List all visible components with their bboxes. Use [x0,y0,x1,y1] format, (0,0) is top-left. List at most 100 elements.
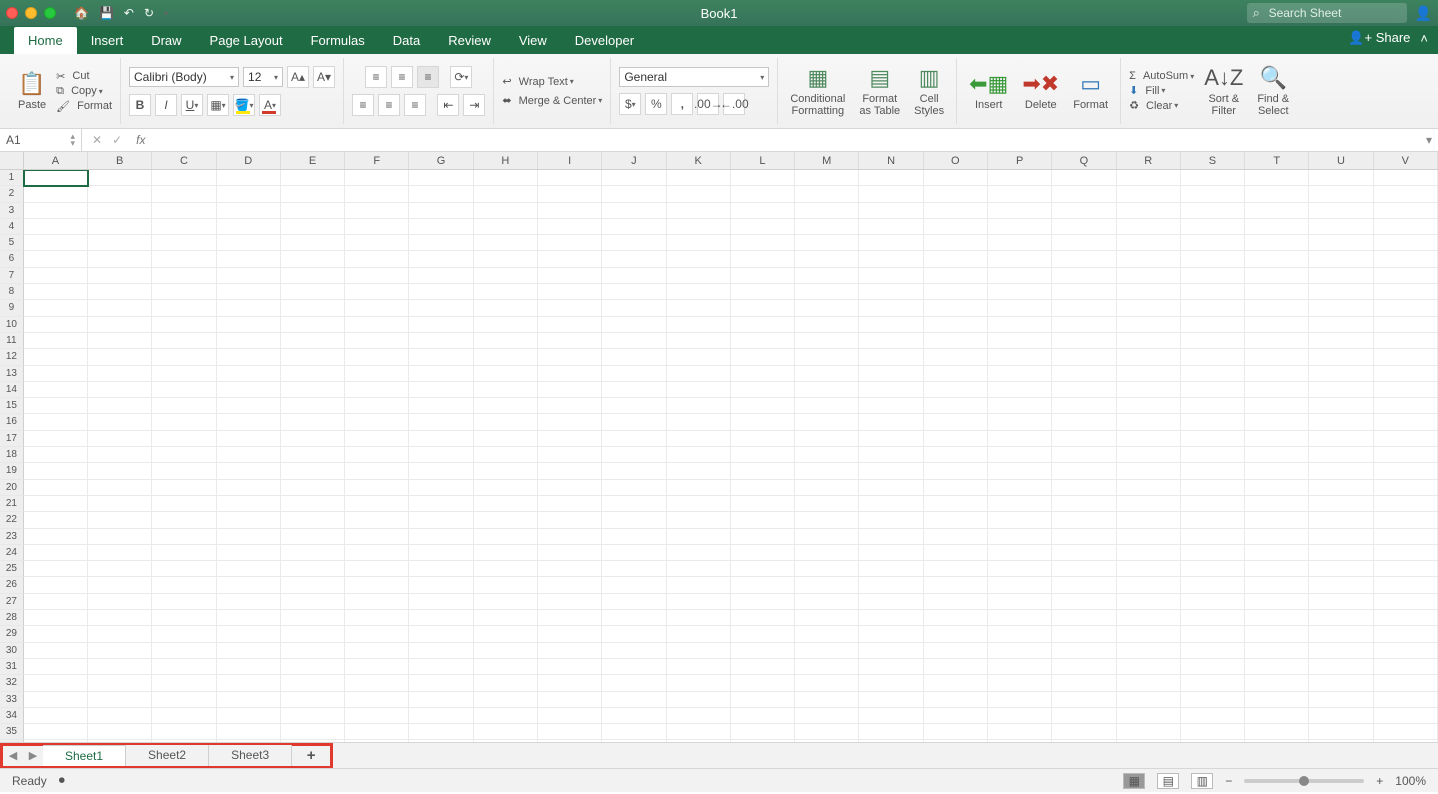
cell-Q33[interactable] [1052,692,1116,708]
cell-M35[interactable] [795,724,859,740]
cell-B15[interactable] [88,398,152,414]
cell-T33[interactable] [1245,692,1309,708]
cell-P9[interactable] [988,300,1052,316]
cell-O30[interactable] [924,643,988,659]
cell-V17[interactable] [1374,431,1438,447]
cell-K6[interactable] [667,251,731,267]
cell-H16[interactable] [474,414,538,430]
cell-U6[interactable] [1309,251,1373,267]
cell-K35[interactable] [667,724,731,740]
cell-N19[interactable] [859,463,923,479]
cell-T10[interactable] [1245,317,1309,333]
increase-indent-button[interactable]: ⇥ [463,94,485,116]
cell-R29[interactable] [1117,626,1181,642]
cell-A11[interactable] [24,333,88,349]
cell-P10[interactable] [988,317,1052,333]
cell-V1[interactable] [1374,170,1438,186]
cell-F19[interactable] [345,463,409,479]
cell-V23[interactable] [1374,529,1438,545]
cell-H5[interactable] [474,235,538,251]
cell-E7[interactable] [281,268,345,284]
cell-P32[interactable] [988,675,1052,691]
row-header-18[interactable]: 18 [0,447,24,463]
cell-M33[interactable] [795,692,859,708]
cell-A4[interactable] [24,219,88,235]
cell-P21[interactable] [988,496,1052,512]
cell-D13[interactable] [217,366,281,382]
cell-B14[interactable] [88,382,152,398]
cell-C10[interactable] [152,317,216,333]
cell-M10[interactable] [795,317,859,333]
cell-O21[interactable] [924,496,988,512]
cell-G12[interactable] [409,349,473,365]
cell-P14[interactable] [988,382,1052,398]
cell-N15[interactable] [859,398,923,414]
cell-C35[interactable] [152,724,216,740]
column-header-O[interactable]: O [924,152,988,169]
cell-P16[interactable] [988,414,1052,430]
cell-C29[interactable] [152,626,216,642]
cell-T7[interactable] [1245,268,1309,284]
cell-C27[interactable] [152,594,216,610]
page-break-view-button[interactable]: ▥ [1191,773,1213,789]
increase-decimal-button[interactable]: .00→ [697,93,719,115]
column-header-R[interactable]: R [1117,152,1181,169]
cell-U7[interactable] [1309,268,1373,284]
increase-font-button[interactable]: A▴ [287,66,309,88]
align-center-button[interactable]: ≡ [378,94,400,116]
cell-P26[interactable] [988,577,1052,593]
cell-P28[interactable] [988,610,1052,626]
column-header-H[interactable]: H [474,152,538,169]
cell-V31[interactable] [1374,659,1438,675]
align-top-button[interactable]: ≡ [365,66,387,88]
cell-O29[interactable] [924,626,988,642]
cell-B4[interactable] [88,219,152,235]
cell-V33[interactable] [1374,692,1438,708]
cell-E16[interactable] [281,414,345,430]
save-icon[interactable]: 💾 [99,6,114,20]
cell-C22[interactable] [152,512,216,528]
cell-M16[interactable] [795,414,859,430]
cell-D5[interactable] [217,235,281,251]
cell-U21[interactable] [1309,496,1373,512]
cell-O35[interactable] [924,724,988,740]
cell-Q28[interactable] [1052,610,1116,626]
cell-H12[interactable] [474,349,538,365]
cell-R8[interactable] [1117,284,1181,300]
cell-I33[interactable] [538,692,602,708]
cell-P20[interactable] [988,480,1052,496]
cell-U34[interactable] [1309,708,1373,724]
cell-R16[interactable] [1117,414,1181,430]
cell-J24[interactable] [602,545,666,561]
cell-H8[interactable] [474,284,538,300]
cell-S28[interactable] [1181,610,1245,626]
cell-S17[interactable] [1181,431,1245,447]
cell-M14[interactable] [795,382,859,398]
cell-G2[interactable] [409,186,473,202]
cell-S6[interactable] [1181,251,1245,267]
cell-Q19[interactable] [1052,463,1116,479]
cell-D30[interactable] [217,643,281,659]
cell-P27[interactable] [988,594,1052,610]
cell-O26[interactable] [924,577,988,593]
cell-A18[interactable] [24,447,88,463]
cell-H33[interactable] [474,692,538,708]
cell-N29[interactable] [859,626,923,642]
cell-D18[interactable] [217,447,281,463]
cell-R25[interactable] [1117,561,1181,577]
cell-I6[interactable] [538,251,602,267]
cell-O2[interactable] [924,186,988,202]
cell-R27[interactable] [1117,594,1181,610]
cell-M15[interactable] [795,398,859,414]
cell-F21[interactable] [345,496,409,512]
sort-filter-button[interactable]: A↓ZSort & Filter [1200,63,1247,119]
cell-T22[interactable] [1245,512,1309,528]
cell-L1[interactable] [731,170,795,186]
cell-D28[interactable] [217,610,281,626]
cell-K9[interactable] [667,300,731,316]
cell-J1[interactable] [602,170,666,186]
cell-E20[interactable] [281,480,345,496]
cell-H23[interactable] [474,529,538,545]
cell-S20[interactable] [1181,480,1245,496]
align-right-button[interactable]: ≡ [404,94,426,116]
